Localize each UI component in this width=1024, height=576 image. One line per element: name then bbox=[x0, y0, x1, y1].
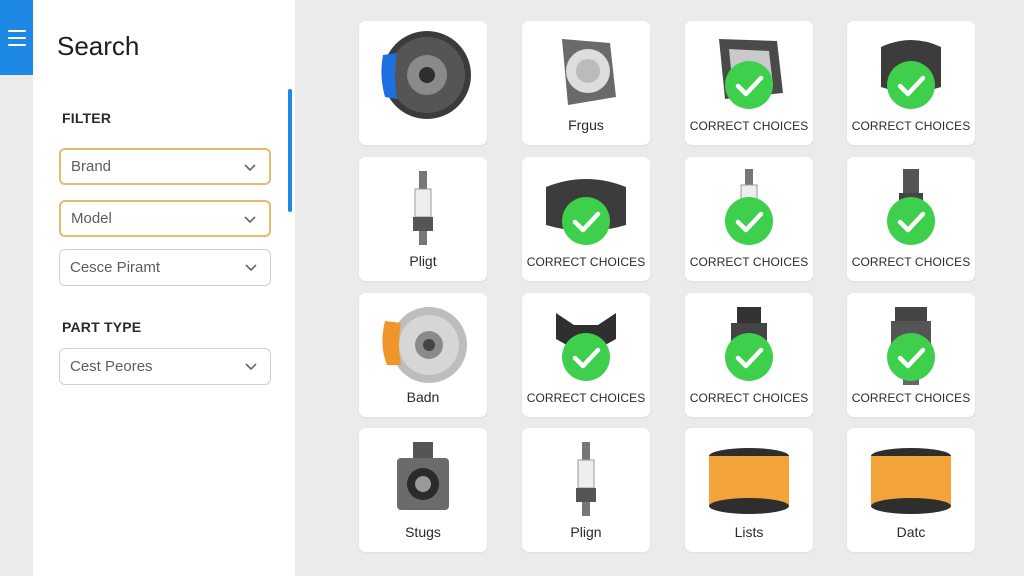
part-card-label: CORRECT CHOICES bbox=[851, 255, 971, 269]
brake-rotor-blue-icon bbox=[381, 31, 471, 119]
part-card[interactable]: CORRECT CHOICES bbox=[847, 157, 975, 281]
checkmark-icon bbox=[887, 333, 935, 381]
part-card-label: Stugs bbox=[405, 524, 441, 540]
checkmark-icon bbox=[725, 333, 773, 381]
chevron-down-icon bbox=[245, 363, 257, 371]
part-card-label: CORRECT CHOICES bbox=[689, 255, 809, 269]
part-card-label: CORRECT CHOICES bbox=[851, 391, 971, 405]
wheel-bearing-icon bbox=[397, 442, 449, 510]
part-card[interactable]: Stugs bbox=[359, 428, 487, 552]
part-card[interactable]: Plign bbox=[522, 428, 650, 552]
part-card[interactable]: CORRECT CHOICES bbox=[685, 157, 813, 281]
part-card[interactable] bbox=[359, 21, 487, 145]
part-card-label: CORRECT CHOICES bbox=[851, 119, 971, 133]
part-card-label: Lists bbox=[734, 524, 764, 540]
checkmark-icon bbox=[887, 197, 935, 245]
part-card[interactable]: Pligt bbox=[359, 157, 487, 281]
filter-sidebar: Search FILTER Brand Model Cesce Piramt P… bbox=[33, 0, 295, 576]
model-select[interactable]: Model bbox=[59, 200, 271, 237]
filter-label: FILTER bbox=[62, 110, 112, 126]
checkmark-icon bbox=[562, 197, 610, 245]
part-card-label: CORRECT CHOICES bbox=[526, 255, 646, 269]
part-card-label: CORRECT CHOICES bbox=[689, 119, 809, 133]
part-card[interactable]: CORRECT CHOICES bbox=[685, 21, 813, 145]
oil-filter-icon bbox=[871, 448, 951, 514]
chevron-down-icon bbox=[245, 264, 257, 272]
part-card-label: CORRECT CHOICES bbox=[526, 391, 646, 405]
checkmark-icon bbox=[887, 61, 935, 109]
part-card[interactable]: Frgus bbox=[522, 21, 650, 145]
model-select-value: Model bbox=[71, 210, 112, 227]
brand-select-value: Brand bbox=[71, 158, 112, 175]
part-type-label: PART TYPE bbox=[62, 319, 142, 335]
spark-plug-icon bbox=[413, 171, 433, 245]
part-card-label: Frgus bbox=[568, 117, 604, 133]
part-card[interactable]: CORRECT CHOICES bbox=[522, 293, 650, 417]
part-type-select-value: Cest Peores bbox=[70, 358, 153, 375]
checkmark-icon bbox=[725, 197, 773, 245]
part-card[interactable]: Lists bbox=[685, 428, 813, 552]
sidebar-title: Search bbox=[57, 31, 140, 61]
part-card[interactable]: CORRECT CHOICES bbox=[847, 21, 975, 145]
chevron-down-icon bbox=[244, 216, 256, 224]
brand-select[interactable]: Brand bbox=[59, 148, 271, 185]
part-card[interactable]: Datc bbox=[847, 428, 975, 552]
checkmark-icon bbox=[562, 333, 610, 381]
brake-rotor-orange-icon bbox=[382, 307, 467, 383]
part-card-label: CORRECT CHOICES bbox=[689, 391, 809, 405]
checkmark-icon bbox=[725, 61, 773, 109]
hamburger-menu-icon[interactable] bbox=[0, 0, 33, 75]
spark-plug-icon bbox=[576, 442, 596, 516]
part-card-label: Pligt bbox=[409, 253, 437, 269]
headlight-icon bbox=[562, 39, 616, 105]
part-card[interactable]: CORRECT CHOICES bbox=[685, 293, 813, 417]
third-filter-select-value: Cesce Piramt bbox=[70, 259, 161, 276]
oil-filter-icon bbox=[709, 448, 789, 514]
part-card-label: Badn bbox=[406, 389, 440, 405]
part-card[interactable]: CORRECT CHOICES bbox=[847, 293, 975, 417]
sidebar-scrollbar[interactable] bbox=[288, 89, 292, 212]
chevron-down-icon bbox=[244, 164, 256, 172]
third-filter-select[interactable]: Cesce Piramt bbox=[59, 249, 271, 286]
part-card-label: Plign bbox=[570, 524, 602, 540]
part-card[interactable]: Badn bbox=[359, 293, 487, 417]
part-card[interactable]: CORRECT CHOICES bbox=[522, 157, 650, 281]
part-card-label: Datc bbox=[896, 524, 926, 540]
part-type-select[interactable]: Cest Peores bbox=[59, 348, 271, 385]
